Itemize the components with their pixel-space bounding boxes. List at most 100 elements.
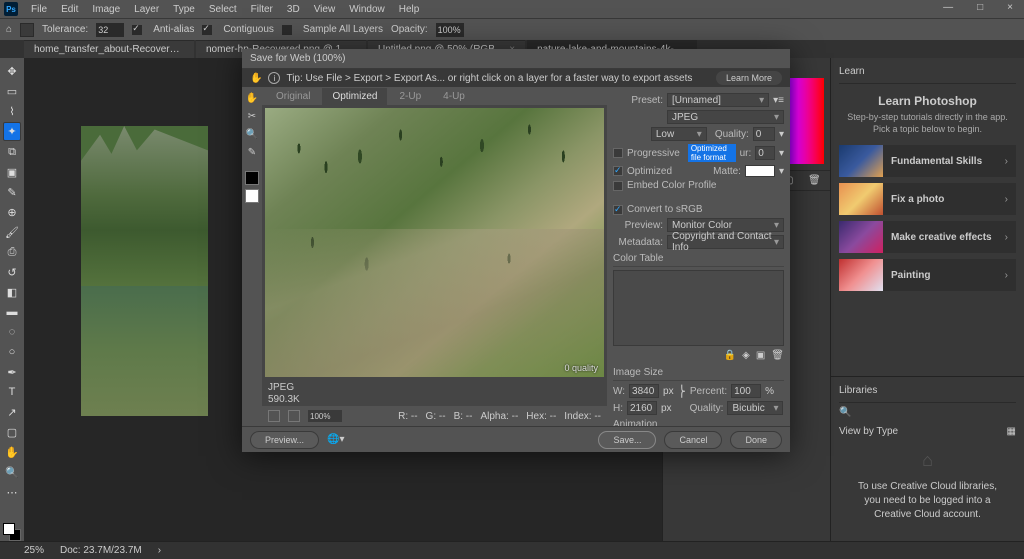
progressive-checkbox[interactable] [613, 148, 623, 158]
history-brush-tool-icon[interactable]: ↺ [3, 263, 21, 281]
gradient-tool-icon[interactable]: ▬ [3, 303, 21, 321]
resample-select[interactable]: Bicubic▾ [727, 401, 783, 415]
menu-select[interactable]: Select [202, 4, 244, 15]
preview-image[interactable]: 0 quality [265, 108, 604, 377]
move-tool-icon[interactable]: ✥ [3, 62, 21, 80]
libraries-tab[interactable]: Libraries [839, 385, 1016, 403]
preset-select[interactable]: [Unnamed]▾ [667, 93, 769, 107]
tolerance-input[interactable] [96, 23, 124, 37]
library-search[interactable]: 🔍 [839, 407, 1016, 418]
learn-item-fix-photo[interactable]: Fix a photo› [839, 183, 1016, 215]
zoom-tool-icon[interactable]: 🔍 [3, 463, 21, 481]
zoom-tool-icon[interactable]: 🔍 [245, 127, 259, 141]
menu-help[interactable]: Help [392, 4, 427, 15]
quality-preset-select[interactable]: Low▾ [651, 127, 707, 141]
window-close-icon[interactable]: × [1000, 2, 1020, 13]
menu-file[interactable]: File [24, 4, 54, 15]
learn-item-fundamentals[interactable]: Fundamental Skills› [839, 145, 1016, 177]
menu-image[interactable]: Image [85, 4, 127, 15]
menu-type[interactable]: Type [166, 4, 202, 15]
browser-icon[interactable]: 🌐▾ [327, 434, 344, 445]
chevron-right-icon[interactable]: › [158, 545, 161, 556]
tab-original[interactable]: Original [266, 88, 320, 105]
hand-tool-icon[interactable]: ✋ [245, 91, 259, 105]
trash-icon[interactable]: 🗑 [771, 350, 784, 361]
embed-profile-checkbox[interactable] [613, 181, 623, 191]
eyedropper-tool-icon[interactable]: ✎ [3, 183, 21, 201]
learn-item-creative[interactable]: Make creative effects› [839, 221, 1016, 253]
learn-more-button[interactable]: Learn More [716, 71, 782, 85]
height-input[interactable]: 2160 [627, 401, 657, 415]
lasso-tool-icon[interactable]: ⌇ [3, 102, 21, 120]
format-select[interactable]: JPEG▾ [667, 110, 784, 124]
preview-button[interactable]: Preview... [250, 431, 319, 449]
learn-tab[interactable]: Learn [839, 66, 1016, 84]
tab-optimized[interactable]: Optimized [322, 88, 387, 105]
learn-item-painting[interactable]: Painting› [839, 259, 1016, 291]
tab-2up[interactable]: 2-Up [389, 88, 431, 105]
zoom-input[interactable] [308, 410, 342, 422]
window-minimize-icon[interactable]: — [936, 2, 960, 13]
dodge-tool-icon[interactable]: ○ [3, 343, 21, 361]
matte-swatch[interactable] [745, 165, 775, 177]
menu-3d[interactable]: 3D [280, 4, 307, 15]
sample-all-checkbox[interactable] [282, 25, 292, 35]
doc-tab-0[interactable]: home_transfer_about-Recovered.jpg @ 1...… [24, 40, 194, 58]
cancel-button[interactable]: Cancel [664, 431, 722, 449]
preview-select[interactable]: Monitor Color▾ [667, 218, 784, 232]
color-swatches[interactable] [3, 523, 21, 541]
opacity-input[interactable] [436, 23, 464, 37]
type-tool-icon[interactable]: T [3, 383, 21, 401]
trash-icon[interactable]: 🗑 [808, 175, 821, 186]
grid-icon[interactable] [268, 410, 280, 422]
link-icon[interactable]: ⎬ [678, 385, 686, 398]
path-tool-icon[interactable]: ↗ [3, 403, 21, 421]
menu-layer[interactable]: Layer [127, 4, 166, 15]
blur-input[interactable]: 0 [755, 146, 775, 160]
frame-tool-icon[interactable]: ▣ [3, 163, 21, 181]
view-by-type-button[interactable]: View by Type [839, 426, 898, 437]
lock-icon[interactable]: 🔒 [724, 350, 736, 361]
done-button[interactable]: Done [730, 431, 782, 449]
healing-tool-icon[interactable]: ⊕ [3, 203, 21, 221]
eyedropper-tool-icon[interactable]: ✎ [245, 145, 259, 159]
menu-edit[interactable]: Edit [54, 4, 85, 15]
width-input[interactable]: 3840 [629, 384, 659, 398]
add-icon[interactable]: ▣ [756, 350, 765, 361]
menu-filter[interactable]: Filter [244, 4, 280, 15]
crop-tool-icon[interactable]: ⧉ [3, 143, 21, 161]
convert-srgb-checkbox[interactable] [613, 205, 623, 215]
quality-input[interactable]: 0 [753, 127, 775, 141]
more-icon[interactable]: ⋯ [3, 483, 21, 501]
stamp-tool-icon[interactable]: ⎙ [3, 243, 21, 261]
slice-tool-icon[interactable]: ✂ [245, 109, 259, 123]
menu-view[interactable]: View [307, 4, 343, 15]
menu-window[interactable]: Window [342, 4, 392, 15]
home-icon[interactable]: ⌂ [6, 24, 12, 35]
zoom-level[interactable]: 25% [24, 545, 44, 556]
optimized-checkbox[interactable] [613, 166, 623, 176]
percent-input[interactable]: 100 [731, 384, 761, 398]
magic-wand-tool-icon[interactable]: ✦ [3, 122, 21, 141]
eraser-tool-icon[interactable]: ◧ [3, 283, 21, 301]
contiguous-checkbox[interactable] [202, 25, 212, 35]
save-button[interactable]: Save... [598, 431, 656, 449]
window-maximize-icon[interactable]: □ [970, 2, 990, 13]
grid-icon[interactable]: ▦ [1007, 426, 1016, 437]
tab-4up[interactable]: 4-Up [433, 88, 475, 105]
grid-icon[interactable] [288, 410, 300, 422]
antialias-checkbox[interactable] [132, 25, 142, 35]
toggle-slices-icon[interactable] [245, 189, 259, 203]
eyedropper-color[interactable] [245, 171, 259, 185]
map-icon[interactable]: ◈ [742, 350, 750, 361]
brush-tool-icon[interactable]: 🖌 [3, 223, 21, 241]
document-canvas[interactable] [81, 126, 208, 416]
blur-tool-icon[interactable]: ◌ [3, 323, 21, 341]
marquee-tool-icon[interactable]: ▭ [3, 82, 21, 100]
pen-tool-icon[interactable]: ✒ [3, 363, 21, 381]
shape-tool-icon[interactable]: ▢ [3, 423, 21, 441]
metadata-select[interactable]: Copyright and Contact Info▾ [667, 235, 784, 249]
color-table[interactable] [613, 270, 784, 346]
preset-menu-icon[interactable]: ▾≡ [773, 95, 784, 106]
hand-tool-icon[interactable]: ✋ [3, 443, 21, 461]
